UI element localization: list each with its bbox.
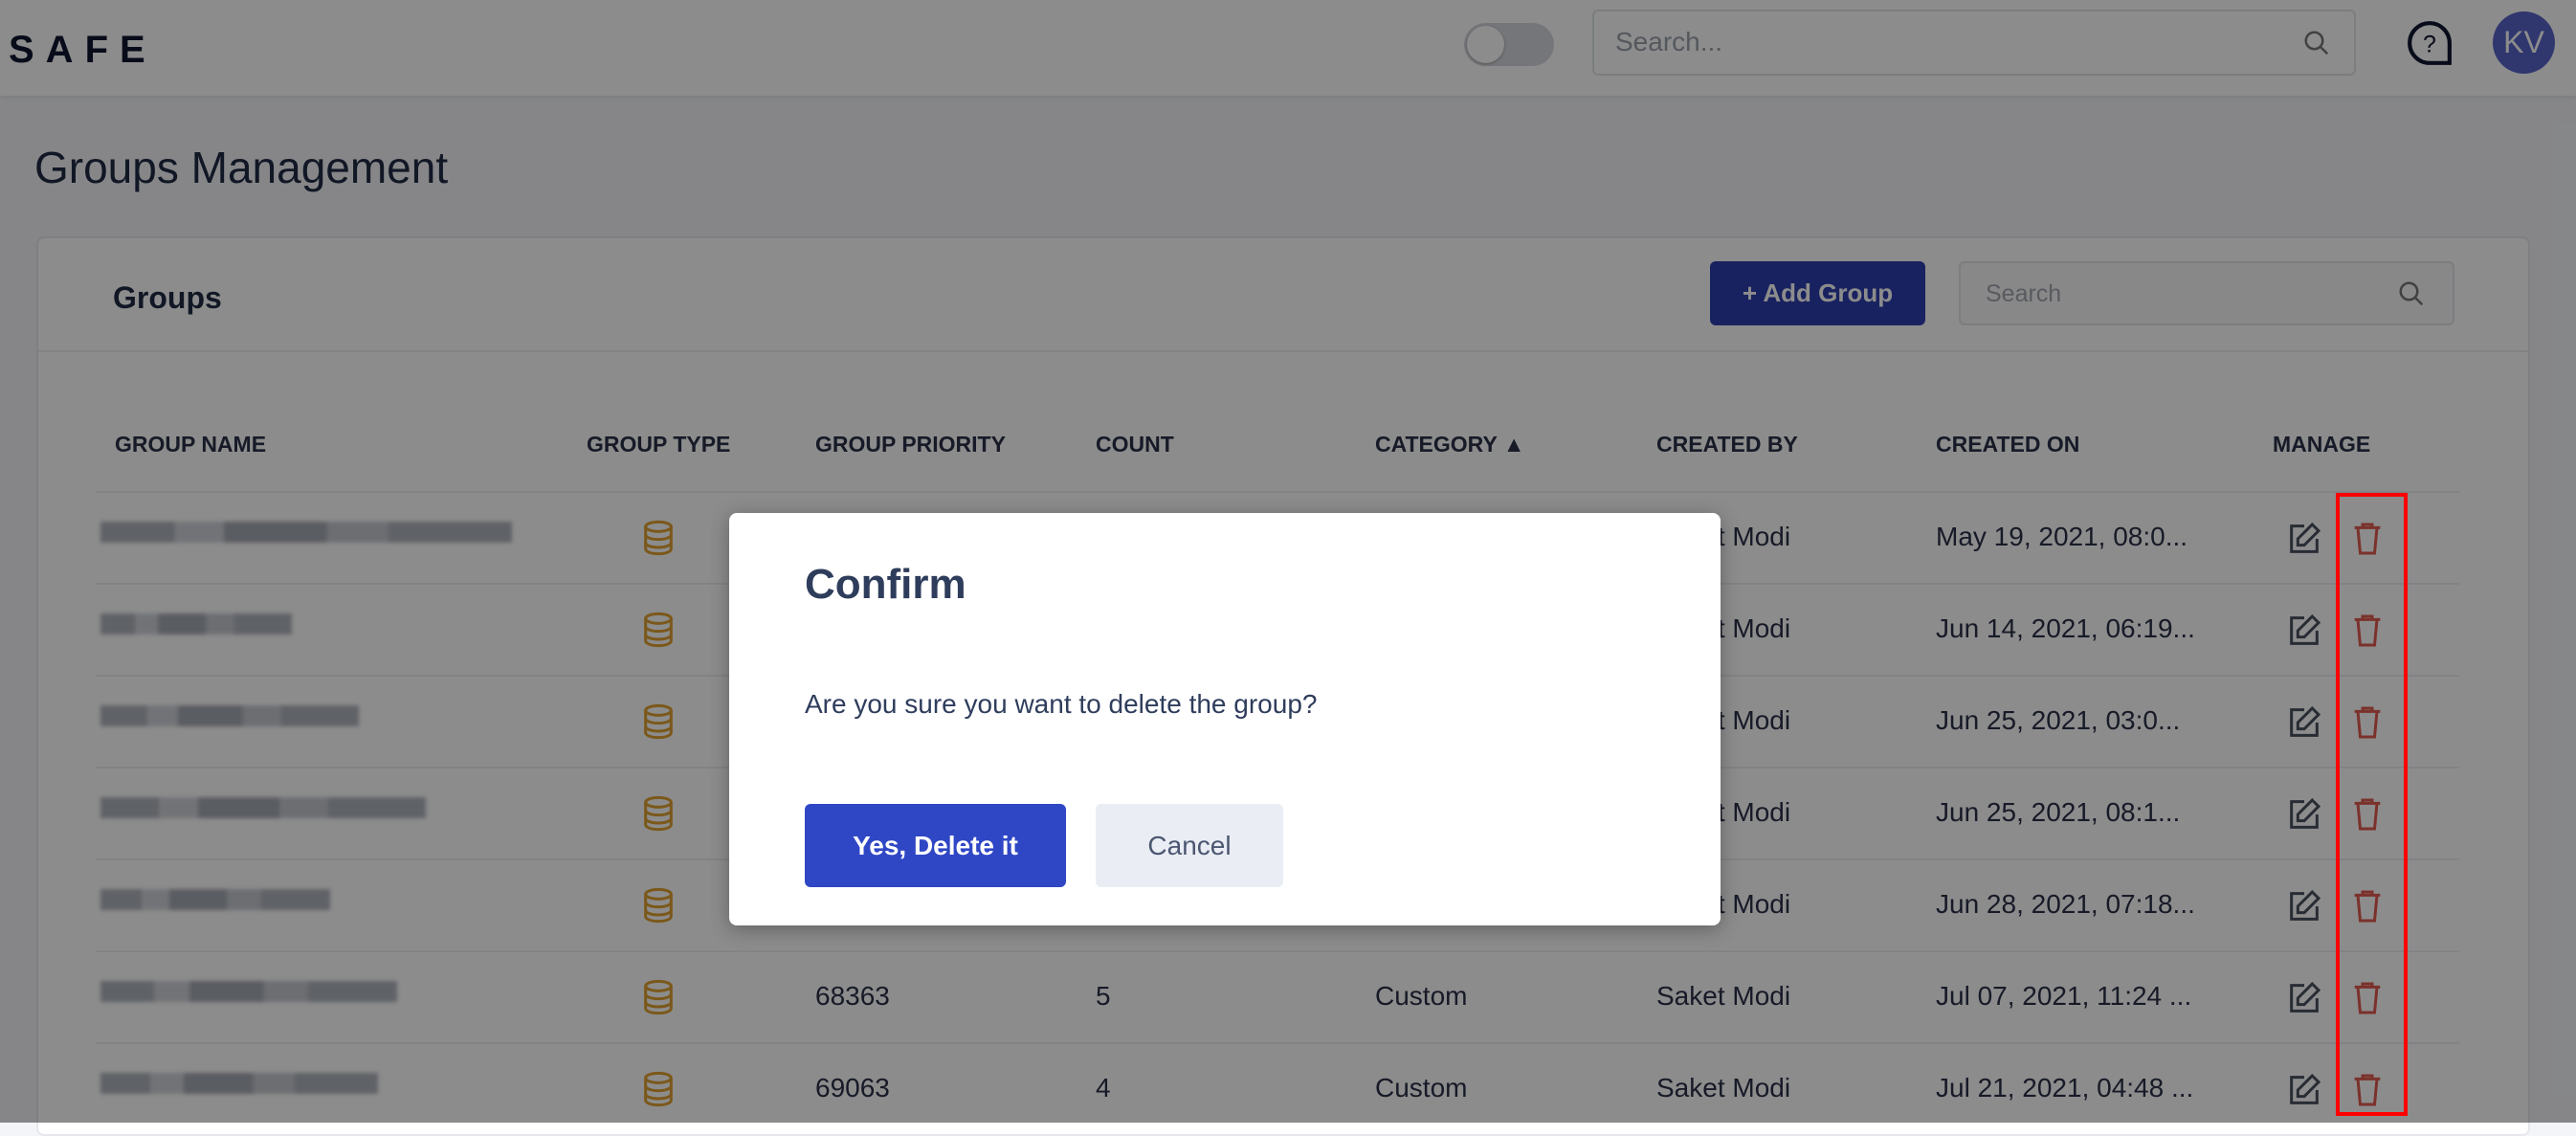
confirm-delete-button[interactable]: Yes, Delete it (805, 804, 1066, 887)
delete-column-highlight (2336, 493, 2408, 1116)
dialog-title: Confirm (805, 561, 966, 608)
dialog-message: Are you sure you want to delete the grou… (805, 689, 1318, 719)
cancel-button[interactable]: Cancel (1096, 804, 1283, 887)
confirm-dialog: Confirm Are you sure you want to delete … (729, 513, 1721, 925)
